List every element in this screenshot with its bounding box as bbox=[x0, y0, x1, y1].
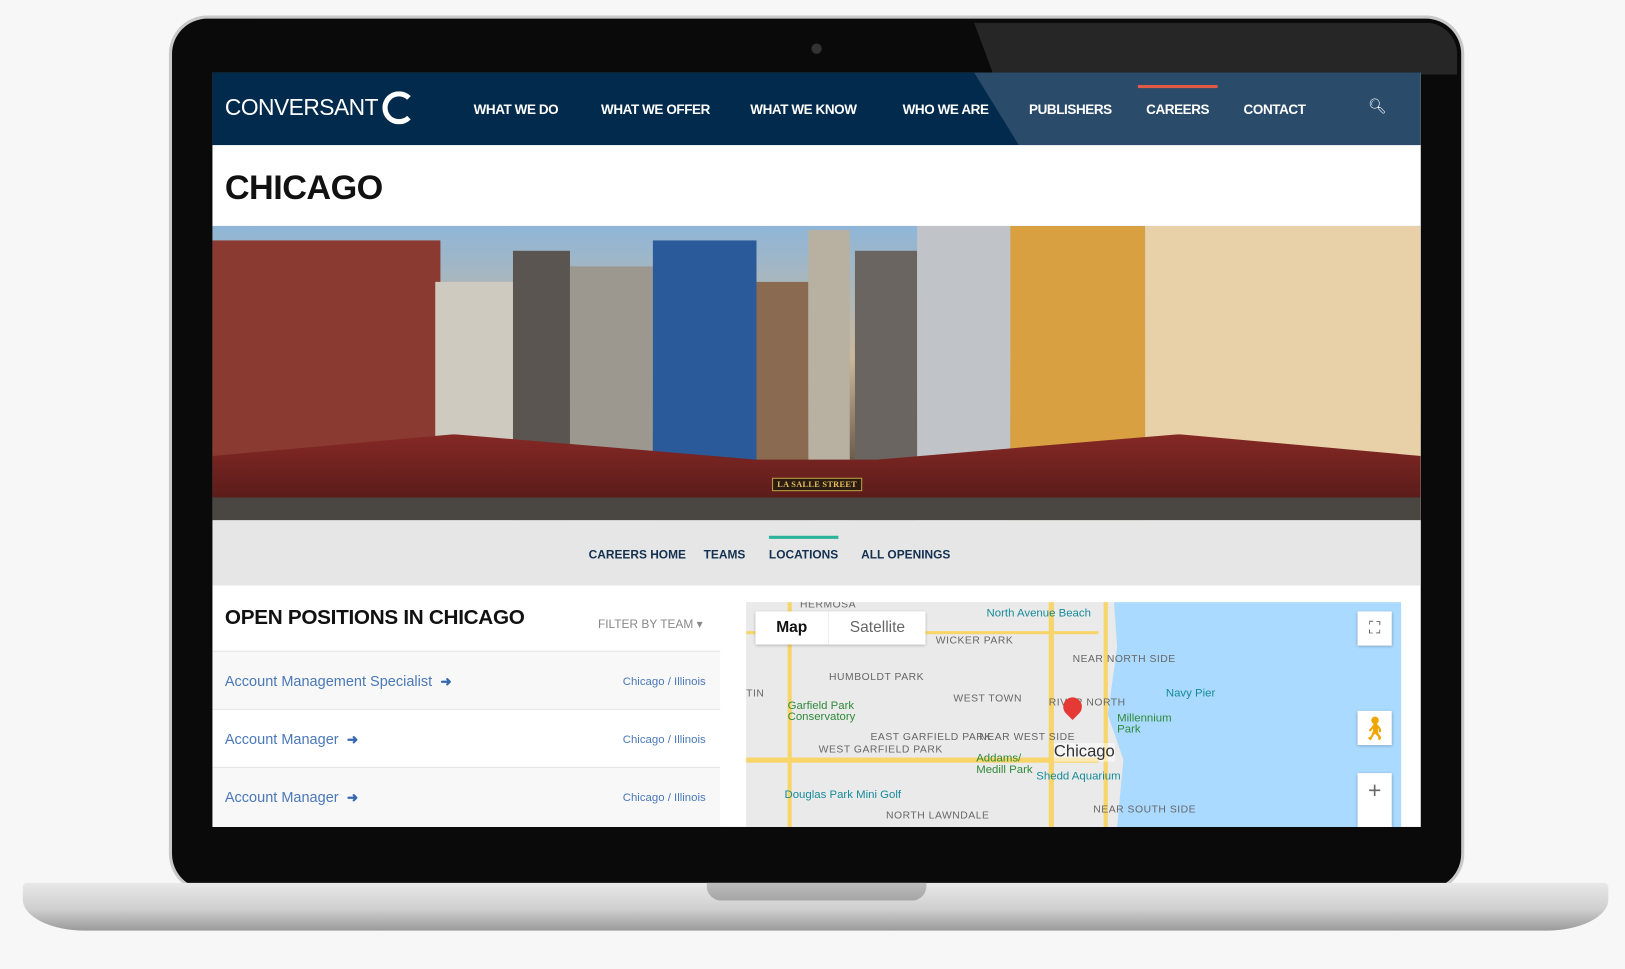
map-neighborhood-label: NEAR WEST SIDE bbox=[979, 731, 1076, 744]
job-location[interactable]: Chicago / Illinois bbox=[623, 792, 706, 804]
tab-locations[interactable]: LOCATIONS bbox=[768, 535, 838, 562]
bezel-glare bbox=[974, 22, 1458, 75]
careers-subnav: CAREERS HOME TEAMS LOCATIONS ALL OPENING… bbox=[212, 520, 1421, 586]
google-map[interactable]: HERMOSA WICKER PARK HUMBOLDT PARK WEST T… bbox=[746, 602, 1402, 827]
map-neighborhood-label: NEAR NORTH SIDE bbox=[1072, 653, 1176, 666]
nav-contact[interactable]: CONTACT bbox=[1244, 101, 1306, 117]
laptop-notch bbox=[706, 882, 927, 901]
tab-careers-home[interactable]: CAREERS HOME bbox=[589, 549, 686, 561]
arrow-right-icon: ➜ bbox=[346, 731, 359, 748]
job-row[interactable]: Account Management Specialist ➜ Chicago /… bbox=[212, 650, 721, 710]
map-neighborhood-label: NORTH LAWNDALE bbox=[886, 810, 990, 822]
logo-mark bbox=[382, 91, 416, 125]
map-place[interactable]: Millennium Park bbox=[1117, 712, 1190, 736]
job-title-link[interactable]: Account Manager bbox=[225, 789, 339, 806]
map-place[interactable]: North Avenue Beach bbox=[987, 607, 1091, 619]
site-header: CONVERSANT WHAT WE DO WHAT WE OFFER WHAT… bbox=[212, 72, 1421, 146]
map-neighborhood-label: NEAR SOUTH SIDE bbox=[1093, 804, 1197, 816]
map-place[interactable]: Addams/ Medill Park bbox=[976, 753, 1038, 776]
logo-text: CONVERSANT bbox=[224, 94, 379, 121]
filter-by-team-dropdown[interactable]: FILTER BY TEAM ▾ bbox=[597, 617, 703, 632]
fullscreen-icon[interactable]: ⛶ bbox=[1357, 611, 1392, 646]
logo[interactable]: CONVERSANT bbox=[224, 91, 416, 125]
river bbox=[212, 497, 1421, 521]
page-title: CHICAGO bbox=[224, 167, 383, 207]
caret-down-icon: ▾ bbox=[696, 618, 703, 632]
nav-careers[interactable]: CAREERS bbox=[1137, 84, 1218, 117]
map-place[interactable]: Garfield Park Conservatory bbox=[788, 700, 871, 724]
map-place[interactable]: Shedd Aquarium bbox=[1036, 770, 1120, 782]
map-neighborhood-label: WICKER PARK bbox=[935, 635, 1014, 647]
hero-image: LA SALLE STREET bbox=[212, 225, 1421, 521]
map-button[interactable]: Map bbox=[755, 611, 828, 644]
map-road bbox=[1048, 602, 1054, 827]
map-place[interactable]: Navy Pier bbox=[1166, 687, 1215, 699]
positions-title: OPEN POSITIONS IN CHICAGO bbox=[224, 606, 525, 630]
filter-label: FILTER BY TEAM bbox=[597, 618, 694, 632]
camera bbox=[811, 43, 822, 54]
map-road bbox=[746, 757, 1099, 763]
map-neighborhood-label: TIN bbox=[746, 688, 765, 700]
nav-publishers[interactable]: PUBLISHERS bbox=[1029, 101, 1112, 117]
map-neighborhood-label: HERMOSA bbox=[800, 602, 857, 611]
map-neighborhood-label: HUMBOLDT PARK bbox=[829, 671, 925, 683]
map-neighborhood-label: WEST TOWN bbox=[953, 693, 1022, 705]
street-view-pegman-icon[interactable]: 🚶︎ bbox=[1357, 710, 1392, 746]
job-row[interactable]: Account Manager ➜ Chicago / Illinois bbox=[212, 708, 721, 768]
nav-what-we-do[interactable]: WHAT WE DO bbox=[474, 101, 559, 117]
nav-what-we-know[interactable]: WHAT WE KNOW bbox=[750, 101, 857, 117]
job-title-link[interactable]: Account Management Specialist bbox=[225, 673, 432, 690]
arrow-right-icon: ➜ bbox=[346, 789, 359, 806]
street-sign: LA SALLE STREET bbox=[772, 477, 863, 492]
job-location[interactable]: Chicago / Illinois bbox=[623, 734, 706, 746]
job-title-link[interactable]: Account Manager bbox=[225, 731, 339, 748]
zoom-in-button[interactable]: + bbox=[1357, 773, 1392, 827]
screen: CONVERSANT WHAT WE DO WHAT WE OFFER WHAT… bbox=[212, 72, 1421, 827]
search-icon[interactable]: 🔍︎ bbox=[1368, 97, 1386, 115]
tab-teams[interactable]: TEAMS bbox=[704, 549, 746, 561]
map-neighborhood-label: RIVER NORTH bbox=[1048, 697, 1126, 709]
nav-what-we-offer[interactable]: WHAT WE OFFER bbox=[601, 101, 710, 117]
nav-who-we-are[interactable]: WHO WE ARE bbox=[903, 101, 989, 117]
map-place[interactable]: Douglas Park Mini Golf bbox=[784, 789, 901, 801]
map-type-control: Map Satellite bbox=[755, 611, 926, 645]
map-city-label: Chicago bbox=[1053, 743, 1115, 762]
arrow-right-icon: ➜ bbox=[440, 673, 452, 690]
tab-all-openings[interactable]: ALL OPENINGS bbox=[861, 549, 950, 561]
satellite-button[interactable]: Satellite bbox=[828, 611, 926, 645]
map-neighborhood-label: WEST GARFIELD PARK bbox=[818, 744, 943, 756]
job-location[interactable]: Chicago / Illinois bbox=[623, 676, 706, 688]
plus-icon: + bbox=[1367, 777, 1382, 804]
map-road bbox=[1103, 602, 1108, 827]
map-neighborhood-label: EAST GARFIELD PARK bbox=[870, 731, 992, 744]
job-row[interactable]: Account Manager ➜ Chicago / Illinois bbox=[212, 766, 721, 826]
